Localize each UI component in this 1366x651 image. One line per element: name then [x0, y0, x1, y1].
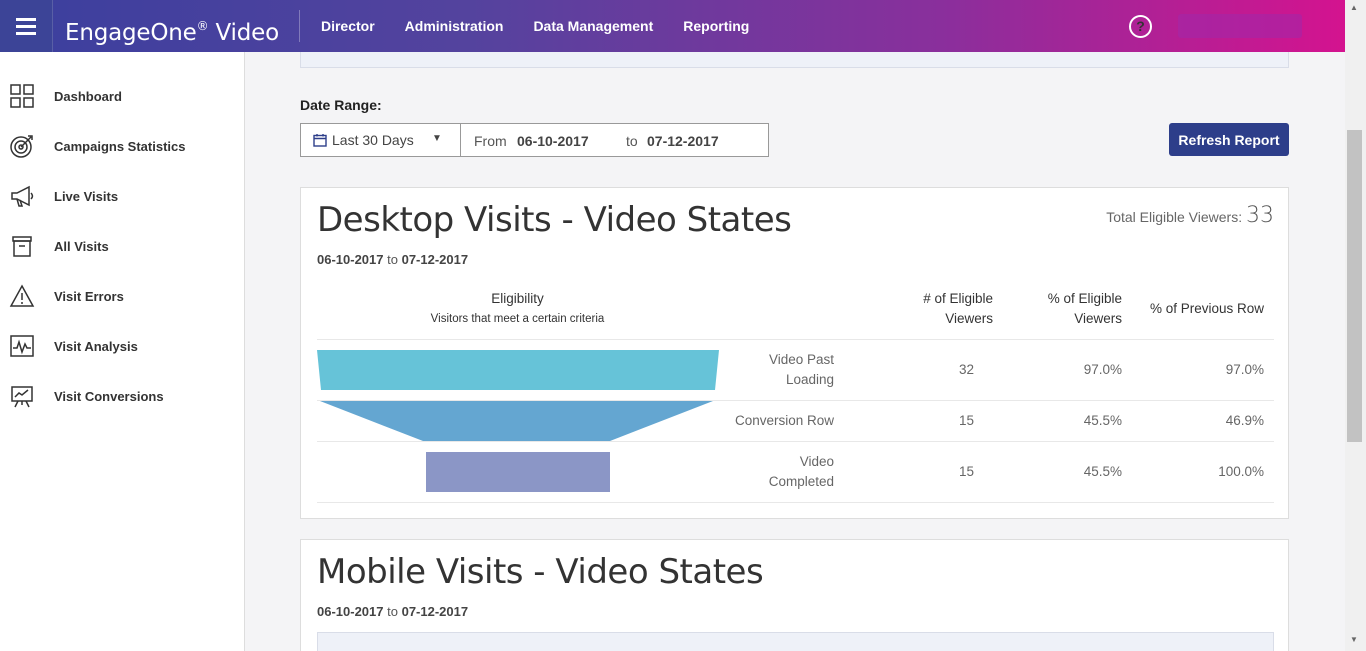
- pulse-icon: [10, 335, 34, 357]
- sidebar-item-dashboard[interactable]: Dashboard: [0, 71, 245, 121]
- main-nav: Director Administration Data Management …: [306, 0, 764, 52]
- date-separator: to: [387, 604, 398, 619]
- date-range-label: Date Range:: [300, 97, 382, 113]
- date-range-value: Last 30 Days: [332, 132, 414, 148]
- eligibility-funnel: [317, 350, 719, 492]
- funnel-segment-video-completed: [426, 452, 610, 492]
- scrollbar-thumb[interactable]: [1347, 130, 1362, 442]
- card-title: Desktop Visits - Video States: [317, 200, 792, 240]
- desktop-visits-card: Desktop Visits - Video States 06-10-2017…: [300, 187, 1289, 519]
- megaphone-icon: [11, 185, 34, 207]
- eligible-count: 32: [958, 362, 974, 377]
- card-title: Mobile Visits - Video States: [317, 552, 764, 592]
- sidebar-item-live-visits[interactable]: Live Visits: [0, 171, 245, 221]
- total-value: 33: [1246, 203, 1274, 228]
- pct-eligible: 45.5%: [1083, 464, 1122, 479]
- nav-director[interactable]: Director: [306, 18, 390, 34]
- hamburger-menu-button[interactable]: [0, 0, 53, 52]
- col-pct-eligible-line1: % of Eligible: [1047, 291, 1122, 306]
- scroll-up-icon[interactable]: ▲: [1350, 3, 1358, 12]
- sidebar: Dashboard Campaigns Statistics Live Visi…: [0, 52, 245, 651]
- pct-previous: 46.9%: [1225, 413, 1264, 428]
- row-divider: [317, 502, 1274, 503]
- date-range-select[interactable]: Last 30 Days ▼: [300, 123, 461, 157]
- col-pct-eligible-line2: Viewers: [1074, 311, 1122, 326]
- row-label: Video Completed: [701, 452, 834, 492]
- total-label: Total Eligible Viewers:: [1106, 209, 1243, 225]
- from-label: From: [474, 133, 507, 149]
- row-label-line1: Video: [799, 454, 834, 469]
- date-from: 06-10-2017: [317, 252, 384, 267]
- date-separator: to: [387, 252, 398, 267]
- app-brand[interactable]: EngageOne® Video: [53, 10, 300, 46]
- from-date-input[interactable]: 06-10-2017: [517, 133, 589, 149]
- pct-eligible: 97.0%: [1083, 362, 1122, 377]
- presentation-icon: [11, 386, 33, 408]
- date-range-inputs: From 06-10-2017 to 07-12-2017: [460, 123, 769, 157]
- sidebar-item-label: Dashboard: [54, 88, 122, 104]
- col-eligibility: Eligibility: [491, 291, 544, 306]
- user-menu-button[interactable]: [1178, 14, 1302, 38]
- sidebar-item-visit-analysis[interactable]: Visit Analysis: [0, 321, 245, 371]
- sidebar-item-label: Live Visits: [54, 188, 119, 204]
- brand-registered-mark: ®: [196, 19, 209, 33]
- chevron-down-icon: ▼: [432, 133, 442, 144]
- sidebar-item-label: Visit Analysis: [54, 338, 138, 354]
- date-to: 07-12-2017: [401, 252, 469, 267]
- col-pct-eligible: % of Eligible Viewers: [1021, 289, 1122, 329]
- brand-name: EngageOne: [65, 20, 197, 46]
- nav-administration[interactable]: Administration: [390, 18, 519, 34]
- top-panel: [300, 52, 1289, 68]
- refresh-report-button[interactable]: Refresh Report: [1169, 123, 1289, 156]
- to-date-input[interactable]: 07-12-2017: [647, 133, 719, 149]
- row-label: Conversion Row: [734, 413, 834, 428]
- pct-previous: 100.0%: [1218, 464, 1264, 479]
- row-label: Video Past Loading: [701, 350, 834, 390]
- sidebar-item-campaigns-statistics[interactable]: Campaigns Statistics: [0, 121, 245, 171]
- sidebar-item-label: Visit Errors: [54, 288, 124, 304]
- date-from: 06-10-2017: [317, 604, 384, 619]
- nav-reporting[interactable]: Reporting: [668, 18, 764, 34]
- card-date-range: 06-10-2017 to 07-12-2017: [317, 252, 468, 267]
- hamburger-icon: [16, 16, 36, 37]
- row-label-line1: Video Past: [768, 352, 834, 367]
- col-eligible-viewers: # of Eligible Viewers: [881, 289, 993, 329]
- row-label-line2: Completed: [768, 474, 834, 489]
- eligible-count: 15: [958, 464, 974, 479]
- funnel-segment-conversion-row: [320, 401, 713, 441]
- col-pct-previous: % of Previous Row: [1149, 301, 1264, 316]
- pct-previous: 97.0%: [1225, 362, 1264, 377]
- mobile-info-panel: [317, 632, 1274, 651]
- col-eligible-viewers-line2: Viewers: [945, 311, 993, 326]
- col-eligible-viewers-line1: # of Eligible: [923, 291, 993, 306]
- pct-eligible: 45.5%: [1083, 413, 1122, 428]
- calendar-icon: [313, 134, 327, 147]
- total-eligible-viewers: Total Eligible Viewers: 33: [1106, 203, 1274, 228]
- grid-icon: [10, 84, 34, 108]
- row-label-line2: Loading: [785, 372, 834, 387]
- warning-icon: [9, 284, 35, 307]
- eligible-count: 15: [958, 413, 974, 428]
- mobile-visits-card: Mobile Visits - Video States 06-10-2017 …: [300, 539, 1289, 651]
- target-icon: [10, 135, 33, 158]
- to-label: to: [626, 133, 638, 149]
- sidebar-item-visit-errors[interactable]: Visit Errors: [0, 271, 245, 321]
- card-date-range: 06-10-2017 to 07-12-2017: [317, 604, 468, 619]
- sidebar-item-visit-conversions[interactable]: Visit Conversions: [0, 371, 245, 421]
- sidebar-item-label: All Visits: [54, 238, 109, 254]
- archive-icon: [12, 236, 32, 257]
- sidebar-item-label: Campaigns Statistics: [54, 138, 186, 154]
- brand-suffix: Video: [208, 20, 280, 46]
- help-icon[interactable]: ?: [1129, 15, 1152, 38]
- sidebar-item-label: Visit Conversions: [54, 388, 164, 404]
- nav-data-management[interactable]: Data Management: [518, 18, 668, 34]
- col-eligibility-subtitle: Visitors that meet a certain criteria: [430, 313, 605, 325]
- funnel-segment-video-past-loading: [317, 350, 719, 390]
- date-to: 07-12-2017: [401, 604, 469, 619]
- sidebar-item-all-visits[interactable]: All Visits: [0, 221, 245, 271]
- scroll-down-icon[interactable]: ▼: [1350, 635, 1358, 644]
